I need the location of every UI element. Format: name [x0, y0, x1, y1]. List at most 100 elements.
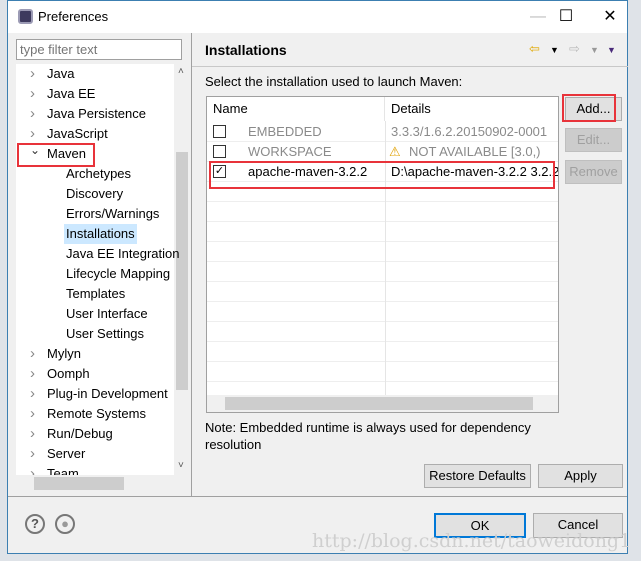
row-checkbox[interactable]: ✓: [213, 165, 226, 178]
tree-item[interactable]: Lifecycle Mapping: [66, 264, 170, 284]
table-row[interactable]: EMBEDDED 3.3.3/1.6.2.20150902-0001: [207, 121, 558, 142]
chevron-right-icon[interactable]: ›: [30, 344, 35, 364]
tree-item[interactable]: › Plug-in Development: [30, 384, 168, 404]
window-title: Preferences: [38, 9, 109, 24]
tree-horizontal-scrollbar[interactable]: [16, 475, 190, 492]
empty-row: [207, 201, 558, 222]
help-icon[interactable]: ?: [25, 514, 45, 534]
empty-row: [207, 301, 558, 322]
tree-item-label: Installations: [66, 226, 135, 241]
tree-item-label: Java: [47, 66, 75, 81]
forward-menu-icon[interactable]: ▼: [590, 45, 599, 55]
tree-item[interactable]: Java EE Integration: [66, 244, 179, 264]
tree-item-label: Java EE: [47, 86, 96, 101]
row-name: apache-maven-3.2.2: [248, 164, 368, 179]
column-header-details[interactable]: Details: [385, 97, 558, 121]
table-row[interactable]: WORKSPACE ⚠ NOT AVAILABLE [3.0,): [207, 141, 558, 162]
eclipse-icon: [18, 9, 33, 24]
tree-item-label: User Settings: [66, 326, 145, 341]
tree-item[interactable]: › Run/Debug: [30, 424, 113, 444]
row-checkbox[interactable]: [213, 125, 226, 138]
tree-item[interactable]: › Java Persistence: [30, 104, 146, 124]
scroll-thumb[interactable]: [34, 477, 124, 490]
row-details: D:\apache-maven-3.2.2 3.2.2: [391, 164, 559, 179]
forward-arrow-icon[interactable]: ⇨: [569, 41, 580, 57]
tree-item[interactable]: User Interface: [66, 304, 148, 324]
tree-item[interactable]: Discovery: [66, 184, 123, 204]
chevron-right-icon[interactable]: ›: [30, 424, 35, 444]
chevron-right-icon[interactable]: ›: [30, 464, 35, 475]
column-divider: [385, 121, 386, 396]
row-name: WORKSPACE: [248, 144, 332, 159]
back-menu-icon[interactable]: ▼: [550, 45, 559, 55]
tree-item[interactable]: Templates: [66, 284, 125, 304]
tree-item[interactable]: › Java: [30, 64, 75, 84]
divider: [8, 496, 627, 497]
maximize-button[interactable]: ☐: [546, 5, 586, 29]
tree-item-label: Lifecycle Mapping: [66, 266, 171, 281]
table-horizontal-scrollbar[interactable]: [207, 395, 558, 412]
tree-item[interactable]: › Remote Systems: [30, 404, 146, 424]
scroll-down-icon[interactable]: ˅: [178, 460, 184, 471]
row-name: EMBEDDED: [248, 124, 322, 139]
close-button[interactable]: ✕: [590, 5, 630, 29]
page-title: Installations: [205, 42, 287, 58]
row-checkbox[interactable]: [213, 145, 226, 158]
back-arrow-icon[interactable]: ⇦: [529, 41, 540, 57]
tree-item[interactable]: Errors/Warnings: [66, 204, 159, 224]
divider: [191, 33, 192, 496]
scroll-up-icon[interactable]: ˄: [178, 66, 184, 77]
tree-vertical-scrollbar[interactable]: ˄ ˅: [174, 64, 190, 475]
apply-button[interactable]: Apply: [538, 464, 623, 488]
edit-button[interactable]: Edit...: [565, 128, 622, 152]
tree-item-label: User Interface: [66, 306, 148, 321]
tree-item[interactable]: Archetypes: [66, 164, 131, 184]
tree-item[interactable]: › Team: [30, 464, 79, 475]
tree-item-label: Remote Systems: [47, 406, 146, 421]
tree-item-label: Run/Debug: [47, 426, 113, 441]
remove-button[interactable]: Remove: [565, 160, 622, 184]
chevron-right-icon[interactable]: ›: [30, 384, 35, 404]
scroll-thumb[interactable]: [176, 152, 188, 390]
tree-item[interactable]: › JavaScript: [30, 124, 108, 144]
tree-item[interactable]: › Mylyn: [30, 344, 81, 364]
table-row[interactable]: ✓ apache-maven-3.2.2 D:\apache-maven-3.2…: [207, 161, 558, 182]
chevron-down-icon[interactable]: ⌄: [30, 140, 40, 160]
tree-item-label: Plug-in Development: [47, 386, 168, 401]
column-header-name[interactable]: Name: [207, 97, 385, 121]
chevron-right-icon[interactable]: ›: [30, 84, 35, 104]
tree-item[interactable]: › Oomph: [30, 364, 90, 384]
empty-row: [207, 181, 558, 202]
add-button[interactable]: Add...: [565, 97, 622, 121]
preference-tree: ˄ ˅ › Java › Java EE › Java Persistence › JavaS…: [16, 64, 190, 475]
tree-item-label: Templates: [66, 286, 126, 301]
chevron-right-icon[interactable]: ›: [30, 404, 35, 424]
tree-item-label: Mylyn: [47, 346, 81, 361]
tree-item-label: JavaScript: [47, 126, 108, 141]
filter-input[interactable]: [16, 39, 182, 60]
record-icon[interactable]: ●: [55, 514, 75, 534]
restore-defaults-button[interactable]: Restore Defaults: [424, 464, 531, 488]
scroll-thumb[interactable]: [225, 397, 533, 410]
warning-icon: ⚠: [389, 144, 401, 159]
view-menu-icon[interactable]: ▼: [607, 45, 616, 55]
installations-table: Name Details EMBEDDED 3.3.3/1.6.2.201509…: [206, 96, 559, 413]
tree-item[interactable]: ⌄ Maven: [30, 143, 86, 164]
chevron-right-icon[interactable]: ›: [30, 364, 35, 384]
tree-item-label: Discovery: [66, 186, 124, 201]
divider: [192, 66, 628, 67]
row-details: 3.3.3/1.6.2.20150902-0001: [391, 124, 548, 139]
chevron-right-icon[interactable]: ›: [30, 444, 35, 464]
tree-item[interactable]: › Server: [30, 444, 85, 464]
instruction-label: Select the installation used to launch M…: [205, 74, 463, 89]
tree-item[interactable]: › Java EE: [30, 84, 96, 104]
tree-item[interactable]: Installations: [64, 224, 137, 244]
tree-item-label: Errors/Warnings: [66, 206, 160, 221]
chevron-right-icon[interactable]: ›: [30, 104, 35, 124]
tree-item-label: Team: [47, 466, 79, 475]
tree-item-label: Java Persistence: [47, 106, 146, 121]
chevron-right-icon[interactable]: ›: [30, 64, 35, 84]
tree-item-label: Archetypes: [66, 166, 132, 181]
tree-item[interactable]: User Settings: [66, 324, 144, 344]
note-text: Note: Embedded runtime is always used fo…: [205, 420, 531, 452]
